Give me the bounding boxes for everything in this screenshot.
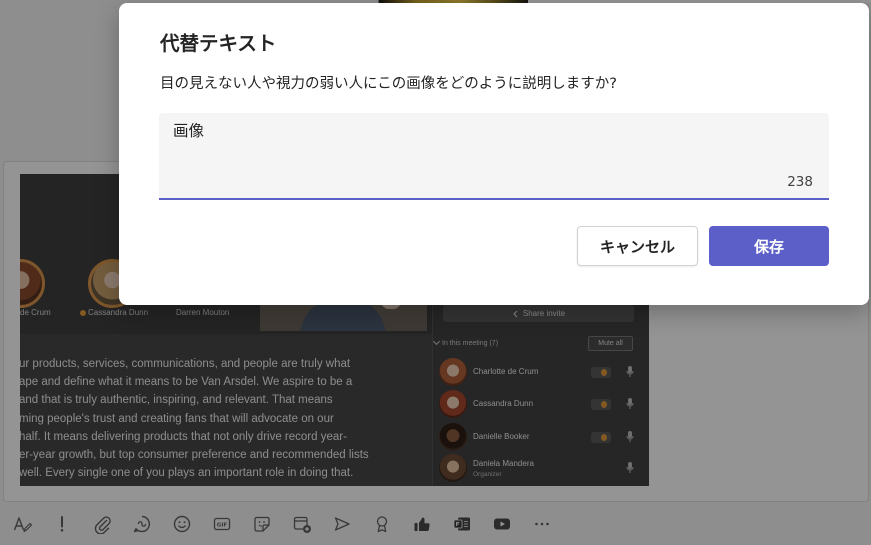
save-button[interactable]: 保存 — [709, 226, 829, 266]
alt-text-dialog: 代替テキスト 目の見えない人や視力の弱い人にこの画像をどのように説明しますか? … — [119, 3, 869, 305]
dialog-description: 目の見えない人や視力の弱い人にこの画像をどのように説明しますか? — [160, 76, 617, 92]
alt-text-input[interactable]: 画像 — [173, 121, 813, 167]
dialog-title: 代替テキスト — [160, 32, 277, 55]
cancel-button[interactable]: キャンセル — [577, 226, 698, 266]
char-counter: 238 — [787, 174, 813, 190]
alt-text-field[interactable]: 画像 238 — [159, 113, 829, 200]
